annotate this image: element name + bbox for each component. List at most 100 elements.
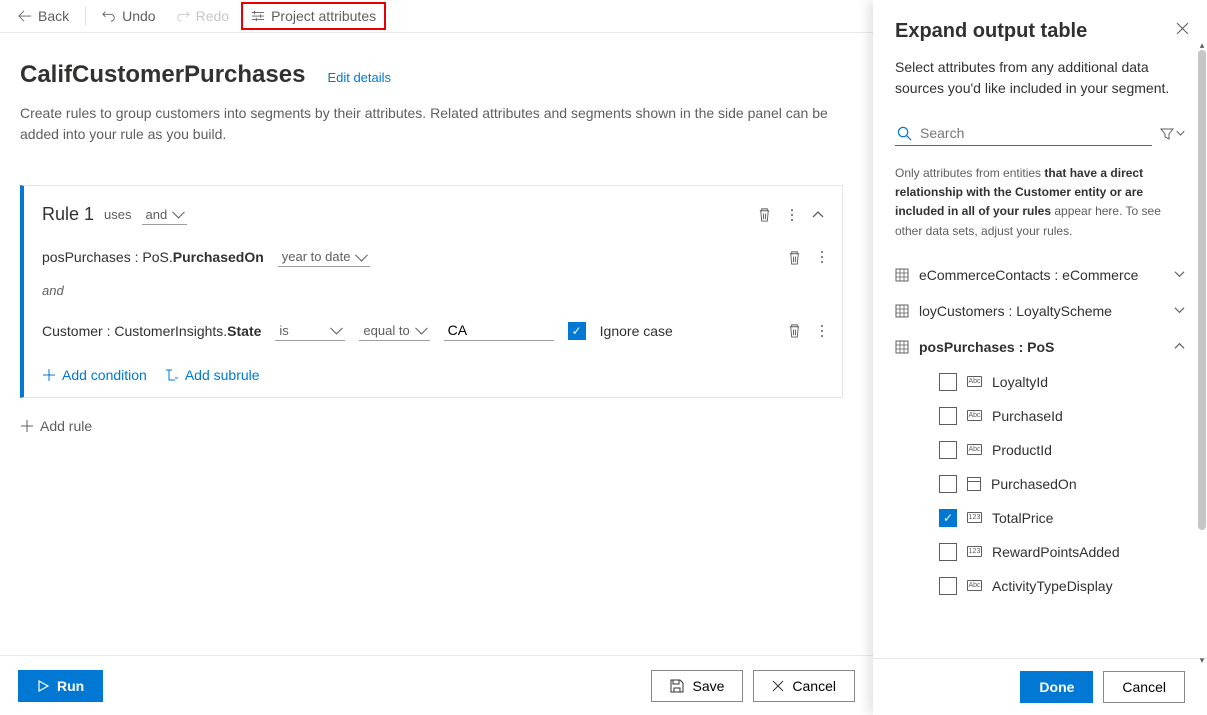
attribute-checkbox[interactable]: [939, 577, 957, 595]
text-type-icon: Abc: [967, 410, 982, 421]
toolbar-separator: [85, 7, 86, 25]
add-condition-button[interactable]: Add condition: [42, 367, 147, 383]
panel-scrollbar[interactable]: ▴ ▾: [1197, 50, 1207, 655]
search-box[interactable]: [895, 121, 1152, 146]
more-cond1-icon[interactable]: [820, 250, 824, 265]
cancel-button[interactable]: Cancel: [753, 670, 855, 702]
project-attributes-button[interactable]: Project attributes: [241, 2, 386, 30]
main-content: CalifCustomerPurchases Edit details Crea…: [0, 33, 873, 655]
back-label: Back: [38, 8, 69, 24]
side-panel: Expand output table Select attributes fr…: [873, 0, 1207, 715]
entity-label: loyCustomers : LoyaltyScheme: [919, 303, 1112, 319]
ignore-case-checkbox[interactable]: ✓: [568, 322, 586, 340]
add-rule-label: Add rule: [40, 418, 92, 434]
undo-icon: [102, 9, 116, 23]
attribute-label: PurchaseId: [992, 408, 1063, 424]
attribute-label: ProductId: [992, 442, 1052, 458]
condition-row-2: Customer : CustomerInsights.State is equ…: [42, 320, 824, 341]
scroll-up-arrow[interactable]: ▴: [1197, 40, 1207, 50]
cond2-value-input[interactable]: [444, 320, 554, 341]
cond1-operator-dropdown[interactable]: year to date: [278, 247, 371, 267]
condition-join: and: [42, 283, 824, 298]
attribute-item[interactable]: ✓123TotalPrice: [895, 501, 1185, 535]
table-icon: [895, 304, 909, 318]
panel-description: Select attributes from any additional da…: [895, 57, 1185, 99]
delete-cond2-icon[interactable]: [787, 323, 802, 338]
add-rule-button[interactable]: Add rule: [20, 418, 92, 434]
panel-title: Expand output table: [895, 20, 1185, 43]
condition-row-1: posPurchases : PoS.PurchasedOn year to d…: [42, 247, 824, 267]
chevron-up-icon: [1174, 341, 1185, 352]
table-icon: [895, 340, 909, 354]
more-rule-icon[interactable]: [790, 208, 794, 222]
text-type-icon: Abc: [967, 580, 982, 591]
back-button[interactable]: Back: [10, 4, 77, 28]
redo-label: Redo: [196, 8, 229, 24]
attribute-checkbox[interactable]: [939, 475, 957, 493]
chevron-down-icon: [1174, 269, 1185, 280]
attribute-item[interactable]: Abc PurchaseId: [895, 399, 1185, 433]
cond1-attr-bold: PurchasedOn: [173, 249, 264, 265]
undo-button[interactable]: Undo: [94, 4, 163, 28]
scroll-thumb[interactable]: [1198, 50, 1206, 530]
attribute-item[interactable]: AbcLoyaltyId: [895, 365, 1185, 399]
delete-rule-icon[interactable]: [757, 207, 772, 222]
table-icon: [895, 268, 909, 282]
more-cond2-icon[interactable]: [820, 323, 824, 338]
plus-icon: [42, 368, 56, 382]
entity-row-pos[interactable]: posPurchases : PoS: [895, 329, 1185, 365]
cancel-label: Cancel: [792, 678, 836, 694]
attribute-checkbox[interactable]: [939, 407, 957, 425]
search-input[interactable]: [920, 125, 1150, 141]
cond2-attr-bold: State: [227, 323, 261, 339]
page-description: Create rules to group customers into seg…: [20, 103, 843, 145]
run-label: Run: [57, 678, 84, 694]
cond1-attr-prefix: posPurchases : PoS.: [42, 249, 173, 265]
attribute-checkbox[interactable]: ✓: [939, 509, 957, 527]
collapse-rule-icon[interactable]: [812, 209, 824, 221]
filter-button[interactable]: [1160, 127, 1185, 141]
attribute-list: AbcLoyaltyId Abc PurchaseId Abc ProductId Pur…: [895, 365, 1185, 603]
panel-done-button[interactable]: Done: [1020, 671, 1093, 703]
rule-card: Rule 1 uses and posPurchases : PoS.Purch…: [20, 185, 843, 398]
rule-combiner-dropdown[interactable]: and: [142, 205, 188, 225]
panel-cancel-button[interactable]: Cancel: [1103, 671, 1185, 703]
attribute-item[interactable]: AbcActivityTypeDisplay: [895, 569, 1185, 603]
project-attributes-label: Project attributes: [271, 8, 376, 24]
add-subrule-button[interactable]: Add subrule: [165, 367, 260, 383]
attribute-item[interactable]: PurchasedOn: [895, 467, 1185, 501]
cond2-attribute: Customer : CustomerInsights.State: [42, 323, 261, 339]
arrow-left-icon: [18, 9, 32, 23]
number-type-icon: 123: [967, 546, 982, 557]
close-icon: [772, 680, 784, 692]
attribute-checkbox[interactable]: [939, 543, 957, 561]
edit-details-link[interactable]: Edit details: [327, 70, 391, 85]
subrule-icon: [165, 368, 179, 382]
panel-close-button[interactable]: [1176, 22, 1189, 38]
attribute-label: PurchasedOn: [991, 476, 1077, 492]
cond2-op2-dropdown[interactable]: equal to: [359, 321, 429, 341]
text-type-icon: Abc: [967, 444, 982, 455]
scroll-down-arrow[interactable]: ▾: [1197, 655, 1207, 665]
attribute-checkbox[interactable]: [939, 373, 957, 391]
attribute-checkbox[interactable]: [939, 441, 957, 459]
cond2-attr-prefix: Customer : CustomerInsights.: [42, 323, 227, 339]
save-button[interactable]: Save: [651, 670, 743, 702]
entity-label: posPurchases : PoS: [919, 339, 1054, 355]
search-icon: [897, 126, 912, 141]
number-type-icon: 123: [967, 512, 982, 523]
redo-icon: [176, 9, 190, 23]
add-subrule-label: Add subrule: [185, 367, 260, 383]
entity-row-ecommerce[interactable]: eCommerceContacts : eCommerce: [895, 257, 1185, 293]
attribute-item[interactable]: Abc ProductId: [895, 433, 1185, 467]
attribute-item[interactable]: 123 RewardPointsAdded: [895, 535, 1185, 569]
entity-row-loyalty[interactable]: loyCustomers : LoyaltyScheme: [895, 293, 1185, 329]
calendar-icon: [967, 477, 981, 491]
cond2-op1-dropdown[interactable]: is: [275, 321, 345, 341]
uses-label: uses: [104, 207, 131, 222]
run-button[interactable]: Run: [18, 670, 103, 702]
chevron-down-icon: [1174, 305, 1185, 316]
redo-button[interactable]: Redo: [168, 4, 237, 28]
attribute-label: RewardPointsAdded: [992, 544, 1120, 560]
delete-cond1-icon[interactable]: [787, 250, 802, 265]
